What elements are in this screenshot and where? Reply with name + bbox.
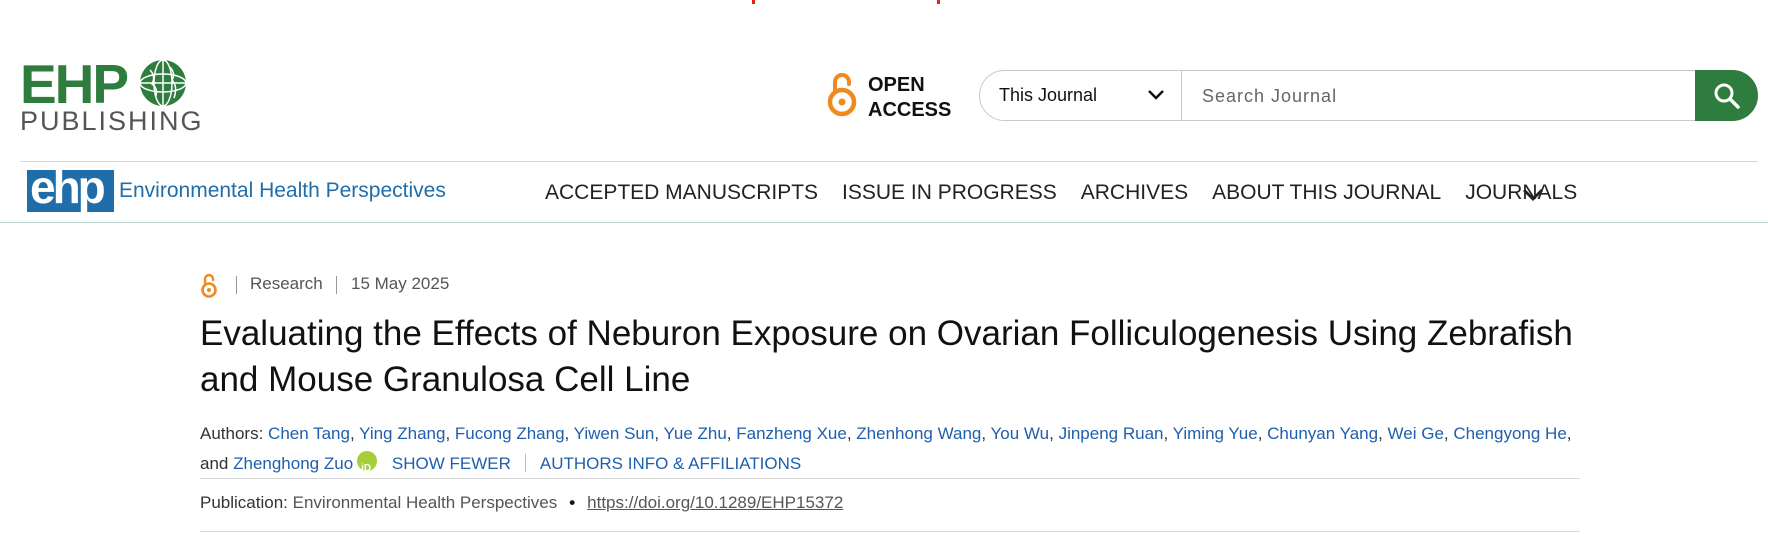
site-header: EHP PUBLISHING OPEN ACCESS This Journal [0,0,1768,162]
ehp-journal-logo[interactable]: ehp Environmental Health Perspectives [27,164,477,212]
search-icon [1714,83,1740,109]
meta-separator [236,276,237,294]
chevron-down-icon [1148,90,1164,100]
author-link[interactable]: Yiwen Sun [574,424,655,443]
author-links: Chen Tang, Ying Zhang, Fucong Zhang, Yiw… [268,424,1567,443]
authors-info-link[interactable]: AUTHORS INFO & AFFILIATIONS [540,454,801,473]
authors-label: Authors: [200,424,264,443]
publication-top-divider [200,478,1580,479]
publication-line: Publication: Environmental Health Perspe… [200,493,843,513]
open-access-badge: OPEN ACCESS [826,70,956,126]
nav-issue-in-progress[interactable]: ISSUE IN PROGRESS [842,180,1057,206]
ehp-logo-text: ehp [30,161,106,213]
author-link[interactable]: Yiming Yue [1173,424,1258,443]
author-link[interactable]: Chunyan Yang [1267,424,1378,443]
open-access-line1: OPEN [868,74,925,96]
author-link[interactable]: Zhenhong Wang [856,424,981,443]
show-fewer-link[interactable]: SHOW FEWER [392,454,511,473]
globe-icon [139,59,187,107]
open-access-icon [201,273,217,298]
search-scope-label: This Journal [999,85,1098,105]
article-date: 15 May 2025 [351,274,450,293]
author-link[interactable]: Ying Zhang [359,424,445,443]
author-link[interactable]: Yue Zhu [663,424,726,443]
logo-ehp-text: EHP [20,53,129,115]
nav-about-this-journal[interactable]: ABOUT THIS JOURNAL [1212,180,1441,206]
article-type: Research [250,274,323,293]
article-title: Evaluating the Effects of Neburon Exposu… [200,314,1573,399]
authors-divider [524,454,526,472]
meta-separator [336,276,337,294]
author-link[interactable]: Wei Ge [1388,424,1444,443]
logo-publishing-text: PUBLISHING [20,106,204,136]
author-link[interactable]: You Wu [991,424,1050,443]
author-link[interactable]: Jinpeng Ruan [1059,424,1164,443]
author-link[interactable]: Chen Tang [268,424,350,443]
author-link[interactable]: Chengyong He [1453,424,1566,443]
publication-bottom-divider [200,531,1580,532]
nav-menu: ACCEPTED MANUSCRIPTS ISSUE IN PROGRESS A… [545,180,1577,206]
orcid-icon[interactable]: iD [357,451,378,474]
publication-journal: Environmental Health Perspectives [292,493,558,512]
authors-list: Authors: Chen Tang, Ying Zhang, Fucong Z… [200,419,1580,479]
author-link[interactable]: Fucong Zhang [455,424,565,443]
nav-archives[interactable]: ARCHIVES [1081,180,1188,206]
bullet-separator: • [569,493,576,512]
ehp-logo-box: ehp [27,164,114,212]
open-access-icon [827,73,857,117]
doi-link[interactable]: https://doi.org/10.1289/EHP15372 [587,493,843,512]
author-link[interactable]: Fanzheng Xue [736,424,847,443]
chevron-down-icon[interactable] [1522,188,1544,202]
journal-nav: ehp Environmental Health Perspectives AC… [0,162,1768,223]
search-bar: This Journal [979,70,1758,121]
nav-accepted-manuscripts[interactable]: ACCEPTED MANUSCRIPTS [545,180,818,206]
orcid-label: iD [361,463,372,474]
search-scope-dropdown[interactable]: This Journal [980,71,1182,120]
open-access-line2: ACCESS [868,99,952,121]
search-button[interactable] [1695,70,1758,121]
ehp-publishing-logo[interactable]: EHP PUBLISHING [20,56,210,136]
journal-name: Environmental Health Perspectives [119,179,446,202]
publication-label: Publication: [200,493,288,512]
author-link-last[interactable]: Zhenghong Zuo [233,454,353,473]
search-input[interactable] [1202,81,1662,111]
